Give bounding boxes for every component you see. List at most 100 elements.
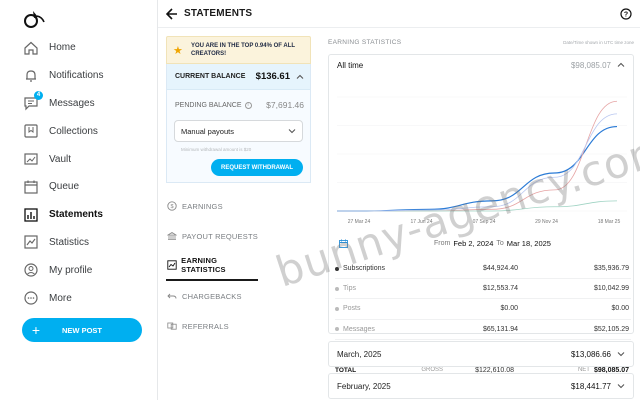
timezone-note: Date/Time shown in UTC time zone — [563, 39, 634, 45]
help-icon[interactable]: ? — [620, 8, 632, 20]
sidebar-item-label: My profile — [49, 264, 93, 276]
sidebar-item-messages[interactable]: 4 Messages — [0, 90, 158, 118]
sidebar-item-statements[interactable]: Statements — [0, 201, 158, 229]
row-net: $35,936.79 — [593, 265, 629, 273]
svg-text:$: $ — [170, 204, 173, 210]
sidebar-item-label: Vault — [49, 153, 72, 165]
month-row-march[interactable]: March, 2025 $13,086.66 — [328, 341, 634, 367]
menu-item-label: PAYOUT REQUESTS — [182, 231, 258, 241]
undo-icon — [166, 290, 178, 302]
svg-text:?: ? — [624, 12, 628, 19]
period-value: $98,085.07 — [570, 60, 611, 70]
row-gross: $12,553.74 — [482, 285, 518, 293]
bars-icon — [23, 207, 39, 223]
image-icon — [23, 151, 39, 167]
earnings-row-messages: Messages $65,131.94 $52,105.29 — [335, 320, 631, 340]
row-gross: $0.00 — [500, 305, 518, 313]
menu-item-label: REFERRALS — [182, 321, 229, 331]
user-icon — [23, 262, 39, 278]
menu-item-chargebacks[interactable]: CHARGEBACKS — [166, 281, 311, 311]
month-name: February, 2025 — [337, 381, 391, 391]
row-label: Tips — [343, 285, 356, 293]
page-title: STATEMENTS — [184, 8, 253, 19]
period-label: All time — [337, 60, 364, 70]
statements-menu: $ EARNINGS PAYOUT REQUESTS EARNING STATISTI… — [166, 191, 311, 341]
new-post-button[interactable]: + NEW POST — [22, 318, 142, 342]
row-net: $10,042.99 — [593, 285, 629, 293]
bookmark-icon — [23, 123, 39, 139]
sidebar-item-home[interactable]: Home — [0, 34, 158, 62]
bank-icon — [166, 230, 178, 242]
top-creator-banner: ★ YOU ARE IN THE TOP 0.94% OF ALL CREATO… — [166, 36, 311, 64]
earnings-row-posts: Posts $0.00 $0.00 — [335, 299, 631, 320]
info-icon[interactable]: i — [244, 101, 252, 109]
from-label: From — [434, 239, 451, 247]
menu-item-earnings[interactable]: $ EARNINGS — [166, 191, 311, 221]
star-icon: ★ — [173, 44, 183, 57]
current-balance-label: CURRENT BALANCE — [175, 73, 246, 80]
current-balance-row[interactable]: CURRENT BALANCE $136.61 — [167, 64, 310, 90]
month-name: March, 2025 — [337, 349, 382, 359]
payout-method-select[interactable]: Manual payouts — [174, 120, 303, 142]
chevron-up-icon[interactable] — [296, 73, 304, 81]
statistics-header: EARNING STATISTICS Date/Time shown in UT… — [328, 36, 634, 48]
chevron-down-icon — [288, 129, 296, 134]
to-label: To — [496, 239, 504, 247]
row-net: $52,105.29 — [593, 325, 629, 333]
month-value: $13,086.66 — [570, 349, 611, 359]
row-gross: $44,924.40 — [482, 265, 518, 273]
from-date[interactable]: Feb 2, 2024 — [453, 239, 493, 248]
menu-item-referrals[interactable]: REFERRALS — [166, 311, 311, 341]
date-range-row[interactable]: From Feb 2, 2024 To Mar 18, 2025 — [339, 235, 629, 251]
sidebar-item-notifications[interactable]: Notifications — [0, 62, 158, 90]
payout-method-value: Manual payouts — [181, 126, 234, 136]
minimum-withdrawal-note: Minimum withdrawal amount is $20 — [181, 147, 252, 152]
balance-column: ★ YOU ARE IN THE TOP 0.94% OF ALL CREATO… — [166, 36, 311, 341]
x-tick-label: 27 Mar 24 — [348, 219, 371, 225]
pending-balance-value: $7,691.46 — [266, 100, 304, 110]
x-tick-label: 18 Mar 25 — [598, 219, 621, 225]
current-balance-value: $136.61 — [255, 71, 290, 82]
sidebar: Home Notifications 4 Messages Collections Vau… — [0, 0, 158, 400]
series-line-1 — [337, 100, 618, 212]
row-gross: $65,131.94 — [482, 325, 518, 333]
series-line-0 — [337, 125, 618, 212]
back-arrow-icon[interactable] — [166, 7, 178, 21]
logo-icon[interactable] — [22, 8, 46, 30]
period-toggle[interactable]: All time $98,085.07 — [329, 55, 633, 75]
request-withdrawal-button[interactable]: REQUEST WITHDRAWAL — [211, 159, 303, 176]
bullet-dot — [335, 266, 339, 271]
sidebar-item-my-profile[interactable]: My profile — [0, 256, 158, 284]
chevron-down-icon[interactable] — [617, 382, 625, 390]
chart-icon — [166, 259, 177, 271]
banner-text: YOU ARE IN THE TOP 0.94% OF ALL CREATORS… — [191, 43, 295, 57]
earnings-row-tips: Tips $12,553.74 $10,042.99 — [335, 279, 631, 300]
pending-balance-label: PENDING BALANCE — [175, 101, 242, 109]
sidebar-item-label: More — [49, 292, 72, 304]
chevron-down-icon[interactable] — [617, 350, 625, 358]
statistics-title: EARNING STATISTICS — [328, 38, 402, 46]
sidebar-item-label: Collections — [49, 125, 98, 137]
menu-item-earning-statistics[interactable]: EARNING STATISTICS — [166, 251, 258, 281]
new-post-label: NEW POST — [62, 325, 103, 335]
sidebar-item-vault[interactable]: Vault — [0, 145, 158, 173]
menu-item-payout-requests[interactable]: PAYOUT REQUESTS — [166, 221, 311, 251]
series-line-3 — [337, 113, 618, 212]
sidebar-item-label: Home — [49, 42, 76, 54]
referral-icon — [166, 320, 178, 332]
to-date[interactable]: Mar 18, 2025 — [507, 239, 551, 248]
calendar-icon[interactable] — [339, 239, 348, 248]
bullet-dot — [335, 306, 339, 311]
sidebar-item-statistics[interactable]: Statistics — [0, 229, 158, 257]
month-row-february[interactable]: February, 2025 $18,441.77 — [328, 373, 634, 399]
x-tick-label: 29 Nov 24 — [535, 219, 558, 225]
sidebar-item-queue[interactable]: Queue — [0, 173, 158, 201]
bullet-dot — [335, 327, 339, 332]
sidebar-item-collections[interactable]: Collections — [0, 117, 158, 145]
sidebar-item-label: Queue — [49, 181, 80, 193]
sidebar-item-more[interactable]: More — [0, 284, 158, 312]
chevron-up-icon[interactable] — [617, 61, 625, 69]
month-value: $18,441.77 — [570, 381, 611, 391]
page-header: STATEMENTS ? — [158, 0, 640, 28]
menu-item-label: EARNING STATISTICS — [181, 256, 226, 274]
